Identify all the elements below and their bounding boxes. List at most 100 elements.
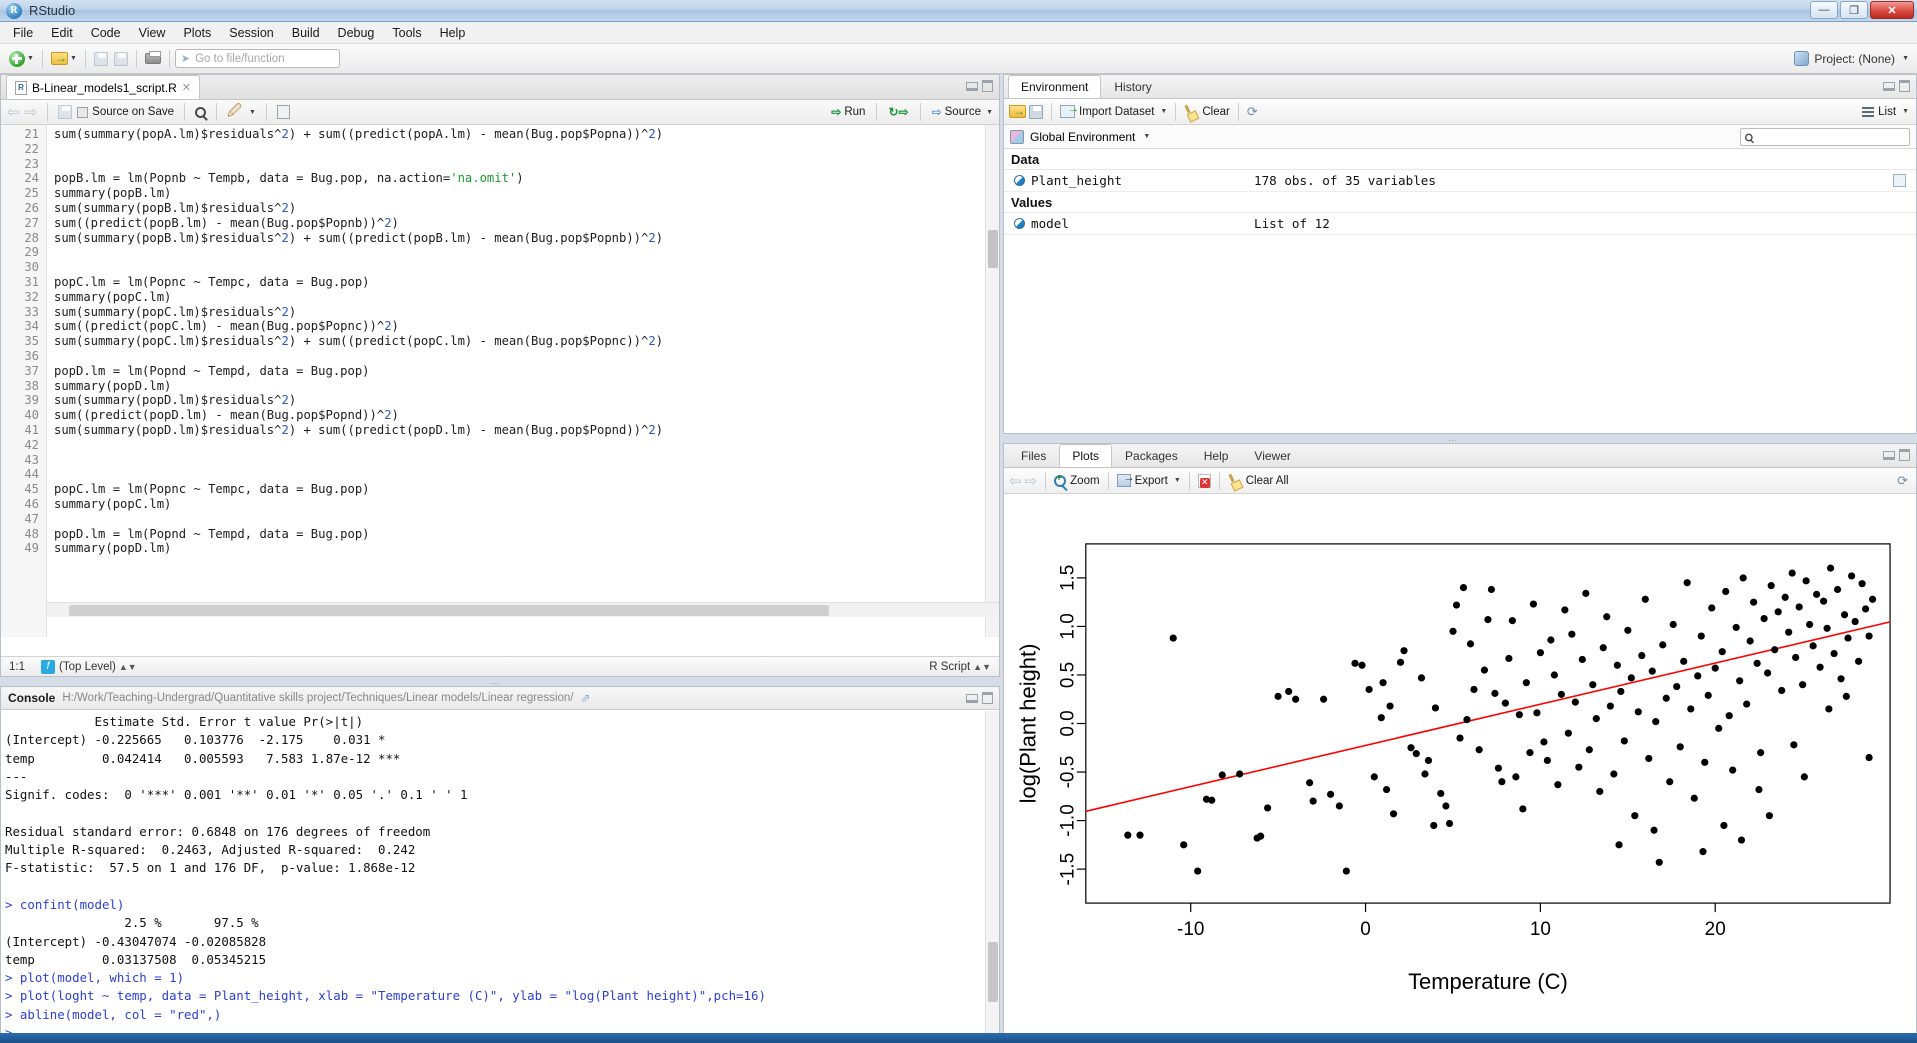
minimize-pane-icon[interactable] <box>966 82 978 91</box>
chevron-down-icon[interactable]: ▼ <box>249 109 256 116</box>
minimize-pane-icon[interactable] <box>1883 451 1895 460</box>
menu-tools[interactable]: Tools <box>383 24 430 42</box>
clear-all-plots-button[interactable]: Clear All <box>1228 474 1289 488</box>
code-line[interactable]: summary(popD.lm) <box>54 379 985 394</box>
source-on-save-checkbox[interactable]: Source on Save <box>77 106 174 118</box>
code-line[interactable] <box>54 438 985 453</box>
refresh-icon[interactable]: ⟳ <box>1897 473 1908 489</box>
code-line[interactable]: popD.lm = lm(Popnd ~ Tempd, data = Bug.p… <box>54 364 985 379</box>
code-line[interactable] <box>54 453 985 468</box>
environment-row[interactable]: Plant_height178 obs. of 35 variables <box>1004 170 1916 192</box>
plot-canvas[interactable]: -1001020-1.5-1.0-0.50.00.51.01.5Temperat… <box>1004 496 1916 1042</box>
scrollbar-thumb[interactable] <box>988 942 998 1002</box>
menu-plots[interactable]: Plots <box>174 24 220 42</box>
console-output[interactable]: Estimate Std. Error t value Pr(>|t|)(Int… <box>1 711 999 1042</box>
forward-arrow-icon[interactable]: ⇨ <box>25 103 38 121</box>
scrollbar-thumb[interactable] <box>988 230 998 268</box>
clear-workspace-button[interactable]: Clear <box>1184 105 1229 119</box>
new-file-button[interactable]: ▼ <box>6 48 37 70</box>
file-type-selector[interactable]: R Script ▲▼ <box>921 661 999 673</box>
code-text-area[interactable]: sum(summary(popA.lm)$residuals^2) + sum(… <box>54 125 985 637</box>
refresh-icon[interactable]: ⟳ <box>1247 104 1258 120</box>
tab-environment[interactable]: Environment <box>1008 75 1101 98</box>
editor-horizontal-scrollbar[interactable] <box>47 602 999 617</box>
save-icon[interactable] <box>58 105 72 119</box>
code-line[interactable]: summary(popD.lm) <box>54 541 985 556</box>
code-line[interactable] <box>54 512 985 527</box>
open-file-button[interactable]: ▼ <box>48 48 80 70</box>
minimize-button[interactable]: — <box>1810 1 1838 19</box>
minimize-pane-icon[interactable] <box>966 694 978 703</box>
code-line[interactable]: sum(summary(popB.lm)$residuals^2) <box>54 201 985 216</box>
source-button[interactable]: ⇨ Source ▼ <box>932 105 993 119</box>
chevron-down-icon[interactable]: ▼ <box>1143 133 1150 140</box>
back-arrow-icon[interactable]: ⇦ <box>1009 472 1022 490</box>
maximize-pane-icon[interactable] <box>982 692 993 704</box>
menu-debug[interactable]: Debug <box>329 24 384 42</box>
code-line[interactable]: sum((predict(popB.lm) - mean(Bug.pop$Pop… <box>54 216 985 231</box>
save-workspace-icon[interactable] <box>1029 105 1043 119</box>
list-view-icon[interactable] <box>1862 107 1874 117</box>
environment-search-input[interactable] <box>1740 128 1910 146</box>
tab-help[interactable]: Help <box>1191 444 1242 467</box>
popout-icon[interactable]: ⇗ <box>581 691 591 705</box>
source-tab-b-linear-models1-script[interactable]: B-Linear_models1_script.R ✕ <box>6 75 200 99</box>
code-line[interactable]: sum((predict(popD.lm) - mean(Bug.pop$Pop… <box>54 408 985 423</box>
load-workspace-icon[interactable] <box>1009 105 1026 118</box>
code-line[interactable] <box>54 157 985 172</box>
forward-arrow-icon[interactable]: ⇨ <box>1025 472 1038 490</box>
code-line[interactable] <box>54 349 985 364</box>
code-line[interactable]: sum(summary(popC.lm)$residuals^2) <box>54 305 985 320</box>
run-button[interactable]: ⇨ Run <box>831 105 865 119</box>
restore-button[interactable]: ❐ <box>1840 1 1868 19</box>
close-button[interactable]: ✕ <box>1870 1 1914 19</box>
remove-plot-icon[interactable] <box>1198 474 1211 488</box>
compile-report-icon[interactable] <box>277 105 290 119</box>
save-button[interactable] <box>91 48 111 70</box>
maximize-pane-icon[interactable] <box>1899 80 1910 92</box>
scope-selector[interactable]: f (Top Level) ▲▼ <box>33 660 145 674</box>
code-line[interactable]: sum((predict(popC.lm) - mean(Bug.pop$Pop… <box>54 319 985 334</box>
chevron-down-icon[interactable]: ▼ <box>1174 477 1181 484</box>
code-line[interactable]: popC.lm = lm(Popnc ~ Tempc, data = Bug.p… <box>54 482 985 497</box>
back-arrow-icon[interactable]: ⇦ <box>7 103 20 121</box>
menu-session[interactable]: Session <box>220 24 282 42</box>
minimize-pane-icon[interactable] <box>1883 82 1895 91</box>
view-dataframe-icon[interactable] <box>1893 174 1906 187</box>
print-button[interactable] <box>142 48 164 70</box>
code-line[interactable]: popC.lm = lm(Popnc ~ Tempc, data = Bug.p… <box>54 275 985 290</box>
expand-object-icon[interactable] <box>1014 175 1025 186</box>
editor-vertical-scrollbar[interactable] <box>985 125 999 637</box>
tab-viewer[interactable]: Viewer <box>1241 444 1303 467</box>
close-icon[interactable]: ✕ <box>182 81 191 94</box>
find-replace-icon[interactable] <box>195 107 206 118</box>
code-line[interactable]: popB.lm = lm(Popnb ~ Tempb, data = Bug.p… <box>54 171 985 186</box>
export-plot-button[interactable]: Export ▼ <box>1117 474 1181 487</box>
chevron-down-icon[interactable]: ▼ <box>70 55 77 62</box>
code-line[interactable] <box>54 142 985 157</box>
code-line[interactable]: popD.lm = lm(Popnd ~ Tempd, data = Bug.p… <box>54 527 985 542</box>
scrollbar-thumb[interactable] <box>69 605 829 616</box>
project-menu[interactable]: Project: (None) ▼ <box>1794 51 1909 66</box>
chevron-updown-icon[interactable]: ▲▼ <box>973 662 991 672</box>
code-line[interactable]: summary(popC.lm) <box>54 497 985 512</box>
code-line[interactable]: summary(popC.lm) <box>54 290 985 305</box>
code-tools-icon[interactable]: 🖉 <box>227 100 242 124</box>
environment-row[interactable]: modelList of 12 <box>1004 213 1916 235</box>
code-line[interactable]: sum(summary(popD.lm)$residuals^2) + sum(… <box>54 423 985 438</box>
menu-view[interactable]: View <box>130 24 175 42</box>
chevron-down-icon[interactable]: ▼ <box>1902 108 1909 115</box>
chevron-updown-icon[interactable]: ▲▼ <box>119 662 137 672</box>
maximize-pane-icon[interactable] <box>982 80 993 92</box>
console-vertical-scrollbar[interactable] <box>985 711 999 1042</box>
goto-file-function-input[interactable]: ➤ Go to file/function <box>175 49 340 68</box>
environment-scope-selector[interactable]: Global Environment ▼ <box>1004 125 1916 149</box>
menu-help[interactable]: Help <box>431 24 475 42</box>
code-line[interactable]: sum(summary(popD.lm)$residuals^2) <box>54 393 985 408</box>
chevron-down-icon[interactable]: ▼ <box>986 109 993 116</box>
code-line[interactable] <box>54 467 985 482</box>
menu-file[interactable]: File <box>4 24 42 42</box>
code-line[interactable]: sum(summary(popB.lm)$residuals^2) + sum(… <box>54 231 985 246</box>
zoom-plot-button[interactable]: Zoom <box>1054 475 1099 487</box>
code-line[interactable] <box>54 260 985 275</box>
